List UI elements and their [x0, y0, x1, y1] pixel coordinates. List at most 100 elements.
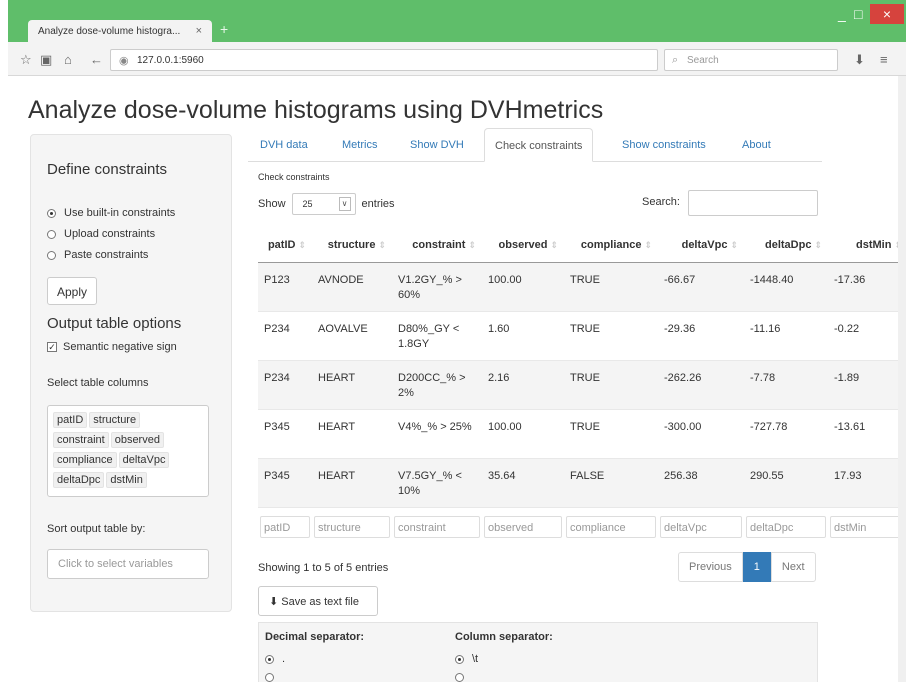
radio-upload[interactable]: Upload constraints — [47, 228, 155, 240]
filter-deltavpc[interactable]: deltaVpc — [660, 515, 742, 538]
cell-constraint: V4%_% > 25% — [392, 409, 482, 459]
bookmark-star-icon[interactable]: ☆ — [20, 52, 32, 68]
cell-observed: 2.16 — [482, 360, 564, 410]
table-row[interactable]: P234 HEART D200CC_% > 2% 2.16 TRUE -262.… — [258, 360, 906, 410]
sidebar-panel: Define constraints Use built-in constrai… — [30, 134, 232, 612]
browser-search-input[interactable]: ⌕ Search — [664, 49, 838, 71]
cell-compliance: FALSE — [564, 458, 658, 508]
cell-structure: HEART — [312, 409, 392, 459]
decimal-option-2[interactable] — [265, 673, 282, 682]
previous-button[interactable]: Previous — [678, 552, 743, 582]
table-row[interactable]: P234 AOVALVE D80%_GY < 1.8GY 1.60 TRUE -… — [258, 311, 906, 361]
column-chip[interactable]: constraint — [53, 432, 109, 448]
menu-icon[interactable]: ≡ — [880, 52, 888, 67]
column-chip[interactable]: compliance — [53, 452, 117, 468]
cell-deltavpc: -29.36 — [658, 311, 744, 361]
cell-structure: HEART — [312, 458, 392, 508]
header-constraint[interactable]: constraint ⇕ — [392, 228, 482, 263]
url-bar[interactable]: ◉ 127.0.0.1:5960 — [110, 49, 658, 71]
minimize-button[interactable]: _ — [838, 6, 846, 22]
maximize-button[interactable]: □ — [854, 6, 862, 22]
home-icon[interactable]: ⌂ — [64, 52, 72, 67]
column-chip[interactable]: dstMin — [106, 472, 147, 488]
semantic-negative-checkbox[interactable]: ✓ Semantic negative sign — [47, 341, 177, 353]
page-scrollbar[interactable] — [898, 76, 906, 682]
reader-icon[interactable]: ▣ — [40, 52, 52, 68]
header-compliance[interactable]: compliance ⇕ — [564, 228, 658, 263]
chevron-down-icon[interactable]: ∨ — [338, 197, 351, 211]
header-dstmin[interactable]: dstMin⇕ — [828, 228, 906, 263]
cell-constraint: V1.2GY_% > 60% — [392, 262, 482, 312]
section-label: Check constraints — [258, 172, 330, 182]
filter-patid[interactable]: patID — [260, 515, 310, 538]
export-options-panel: Decimal separator: . Column separator: \… — [258, 622, 818, 682]
cell-patid: P345 — [258, 409, 312, 459]
sort-icon: ⇕ — [730, 239, 738, 250]
column-chip[interactable]: structure — [89, 412, 141, 428]
column-chip[interactable]: observed — [110, 432, 164, 448]
tab-metrics[interactable]: Metrics — [342, 128, 377, 162]
column-chip[interactable]: deltaVpc — [118, 452, 170, 468]
browser-tab[interactable]: Analyze dose-volume histogra... × — [28, 20, 212, 43]
save-text-file-button[interactable]: ⬇ Save as text file — [258, 586, 378, 616]
column-chip[interactable]: deltaDpc — [53, 472, 105, 488]
radio-unselected-icon[interactable] — [47, 229, 56, 239]
apply-button[interactable]: Apply — [47, 277, 97, 305]
header-deltadpc[interactable]: deltaDpc ⇕ — [744, 228, 828, 263]
radio-selected-icon[interactable] — [455, 654, 464, 664]
tab-about[interactable]: About — [742, 128, 771, 162]
radio-paste[interactable]: Paste constraints — [47, 249, 148, 261]
table-row[interactable]: P345 HEART V7.5GY_% < 10% 35.64 FALSE 25… — [258, 458, 906, 508]
header-structure[interactable]: structure ⇕ — [312, 228, 392, 263]
window-close-button[interactable]: × — [870, 4, 904, 24]
radio-label: Upload constraints — [64, 228, 156, 240]
checkbox-checked-icon[interactable]: ✓ — [47, 342, 57, 352]
back-arrow-icon[interactable]: ← — [90, 52, 103, 67]
filter-constraint[interactable]: constraint — [394, 515, 480, 538]
header-patid[interactable]: patID ⇕ — [258, 228, 312, 263]
filter-row: patID structure constraint observed comp… — [258, 507, 906, 545]
cell-patid: P123 — [258, 262, 312, 312]
table-row[interactable]: P345 HEART V4%_% > 25% 100.00 TRUE -300.… — [258, 409, 906, 459]
radio-unselected-icon[interactable] — [455, 673, 464, 682]
filter-structure[interactable]: structure — [314, 515, 390, 538]
header-observed[interactable]: observed ⇕ — [482, 228, 564, 263]
radio-selected-icon[interactable] — [47, 208, 56, 218]
decimal-option-label: . — [282, 653, 286, 665]
sort-icon: ⇕ — [298, 239, 306, 250]
entries-select[interactable]: 25 ∨ — [291, 193, 356, 215]
tab-close-icon[interactable]: × — [196, 25, 202, 37]
new-tab-button[interactable]: + — [220, 21, 228, 37]
sort-variables-input[interactable]: Click to select variables — [47, 549, 209, 579]
table-search-input[interactable] — [688, 190, 818, 216]
header-deltavpc[interactable]: deltaVpc ⇕ — [658, 228, 744, 263]
table-row[interactable]: P123 AVNODE V1.2GY_% > 60% 100.00 TRUE -… — [258, 262, 906, 312]
cell-constraint: D80%_GY < 1.8GY — [392, 311, 482, 361]
filter-dstmin[interactable]: dstMin — [830, 515, 906, 538]
cell-constraint: D200CC_% > 2% — [392, 360, 482, 410]
radio-unselected-icon[interactable] — [47, 250, 56, 260]
cell-structure: HEART — [312, 360, 392, 410]
column-chip[interactable]: patID — [53, 412, 88, 428]
tab-show-dvh[interactable]: Show DVH — [410, 128, 464, 162]
column-option[interactable]: \t — [455, 653, 478, 665]
radio-builtin[interactable]: Use built-in constraints — [47, 207, 175, 219]
title-bar: Analyze dose-volume histogra... × + _ □ … — [8, 0, 906, 43]
radio-selected-icon[interactable] — [265, 654, 274, 664]
tab-show-constraints[interactable]: Show constraints — [622, 128, 706, 162]
filter-deltadpc[interactable]: deltaDpc — [746, 515, 826, 538]
radio-unselected-icon[interactable] — [265, 673, 274, 682]
columns-selector[interactable]: patID structure constraint observed compli… — [47, 405, 209, 497]
cell-compliance: TRUE — [564, 360, 658, 410]
column-option-2[interactable] — [455, 673, 472, 682]
tab-check-constraints[interactable]: Check constraints — [484, 128, 594, 162]
filter-observed[interactable]: observed — [484, 515, 562, 538]
decimal-option[interactable]: . — [265, 653, 285, 665]
page-1-button[interactable]: 1 — [742, 552, 771, 582]
cell-structure: AOVALVE — [312, 311, 392, 361]
download-icon[interactable]: ⬇ — [854, 52, 865, 68]
next-button[interactable]: Next — [770, 552, 816, 582]
site-info-icon[interactable]: ◉ — [119, 54, 129, 67]
tab-dvh-data[interactable]: DVH data — [260, 128, 308, 162]
filter-compliance[interactable]: compliance — [566, 515, 656, 538]
